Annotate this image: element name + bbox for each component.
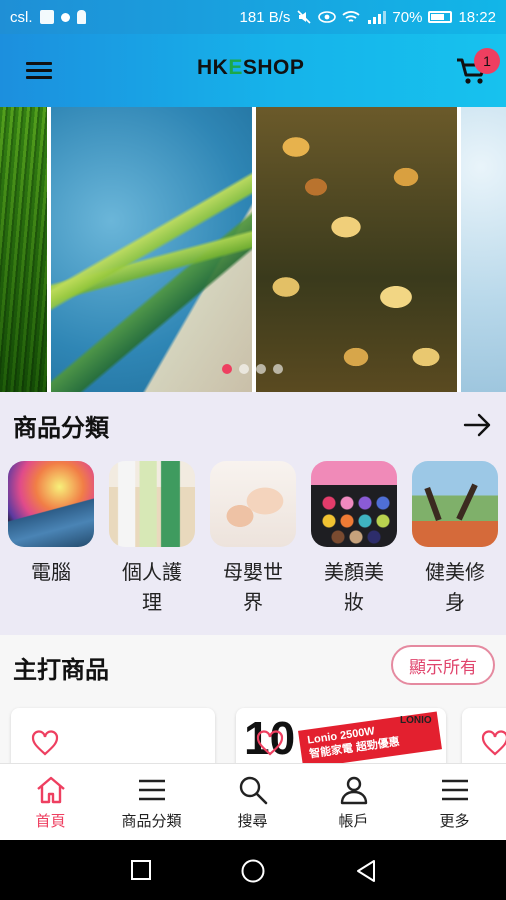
search-icon xyxy=(239,776,268,805)
category-image-bottles xyxy=(109,461,195,547)
featured-section: 主打商品 顯示所有 10 Lonio 2500W 智能家電 超勁優惠 LONIO xyxy=(0,635,506,763)
banner-slide-leaves[interactable] xyxy=(256,107,457,392)
carousel-dot[interactable] xyxy=(273,364,283,374)
nav-item-account[interactable]: 帳戶 xyxy=(303,764,404,841)
key-icon xyxy=(76,10,86,24)
hamburger-icon[interactable] xyxy=(26,59,54,81)
product-brand: LONIO xyxy=(400,715,432,726)
cart-count-badge[interactable]: 1 xyxy=(474,48,500,74)
category-label: 母嬰世界 xyxy=(223,560,283,614)
image-icon xyxy=(39,10,54,24)
nav-item-home[interactable]: 首頁 xyxy=(0,764,101,841)
clock: 18:22 xyxy=(458,8,496,26)
arrow-right-icon[interactable] xyxy=(463,412,493,438)
category-image-baby xyxy=(210,461,296,547)
mute-icon xyxy=(297,10,311,24)
nav-item-more[interactable]: 更多 xyxy=(404,764,505,841)
category-image-palette xyxy=(311,461,397,547)
category-image-yoga xyxy=(412,461,498,547)
category-label: 電腦 xyxy=(31,560,71,584)
nav-label: 商品分類 xyxy=(121,812,182,830)
battery-percent: 70% xyxy=(392,8,423,26)
nav-label: 帳戶 xyxy=(338,812,369,830)
featured-section-title: 主打商品 xyxy=(13,656,109,684)
back-triangle-icon[interactable] xyxy=(354,858,378,884)
app-bar: HKESHOP xyxy=(0,34,506,107)
app-logo[interactable]: HKESHOP xyxy=(197,56,304,80)
nav-item-categories[interactable]: 商品分類 xyxy=(101,764,202,841)
system-nav-bar xyxy=(0,840,506,900)
recent-apps-icon[interactable] xyxy=(129,858,153,882)
favorite-heart-icon[interactable] xyxy=(256,730,284,756)
favorite-heart-icon[interactable] xyxy=(481,730,506,756)
category-item-beauty[interactable]: 美顏美妝 xyxy=(310,461,398,617)
favorite-heart-icon[interactable] xyxy=(31,730,59,756)
show-all-button[interactable]: 顯示所有 xyxy=(391,645,495,685)
more-icon xyxy=(442,779,468,801)
carousel-dots xyxy=(222,364,283,374)
nav-item-search[interactable]: 搜尋 xyxy=(202,764,303,841)
banner-carousel[interactable] xyxy=(0,107,506,392)
status-right: 181 B/s 70% 18:22 xyxy=(240,9,496,26)
home-icon xyxy=(37,776,65,804)
logo-text-shop: SHOP xyxy=(242,56,305,79)
category-image-laptop xyxy=(8,461,94,547)
carousel-dot[interactable] xyxy=(239,364,249,374)
category-item-computer[interactable]: 電腦 xyxy=(7,461,95,587)
banner-slide-palm[interactable] xyxy=(51,107,252,392)
status-left: csl. xyxy=(10,9,86,26)
nav-label: 搜尋 xyxy=(237,812,268,830)
category-label: 健美修身 xyxy=(425,560,485,614)
eye-icon xyxy=(318,11,337,23)
category-item-mother-baby[interactable]: 母嬰世界 xyxy=(209,461,297,617)
list-icon xyxy=(139,779,165,801)
category-label: 美顏美妝 xyxy=(324,560,384,614)
carousel-dot[interactable] xyxy=(256,364,266,374)
wifi-icon xyxy=(342,11,361,22)
user-icon xyxy=(340,776,368,805)
battery-icon xyxy=(428,11,453,23)
network-speed: 181 B/s xyxy=(239,8,291,26)
nav-label: 首頁 xyxy=(35,812,66,830)
signal-icon xyxy=(368,11,387,24)
category-section-title: 商品分類 xyxy=(13,414,109,442)
status-bar: csl. 181 B/s 70% 18:22 xyxy=(0,0,506,34)
logo-text-hk: HK xyxy=(197,56,229,79)
home-circle-icon[interactable] xyxy=(240,858,266,884)
logo-text-e: E xyxy=(228,56,243,79)
category-section: 商品分類 電腦 個人護理 母嬰世界 美顏美妝 健美修身 xyxy=(0,392,506,635)
bottom-nav: 首頁 商品分類 搜尋 帳戶 更多 xyxy=(0,763,506,840)
category-item-personal-care[interactable]: 個人護理 xyxy=(108,461,196,617)
notification-dot-icon xyxy=(60,12,70,22)
category-label: 個人護理 xyxy=(122,560,182,614)
carousel-dot[interactable] xyxy=(222,364,232,374)
category-item-fitness[interactable]: 健美修身 xyxy=(411,461,499,617)
banner-slide-frost[interactable] xyxy=(461,107,506,392)
nav-label: 更多 xyxy=(439,812,470,830)
banner-slide-grass[interactable] xyxy=(0,107,47,392)
carrier-label: csl. xyxy=(10,8,33,26)
